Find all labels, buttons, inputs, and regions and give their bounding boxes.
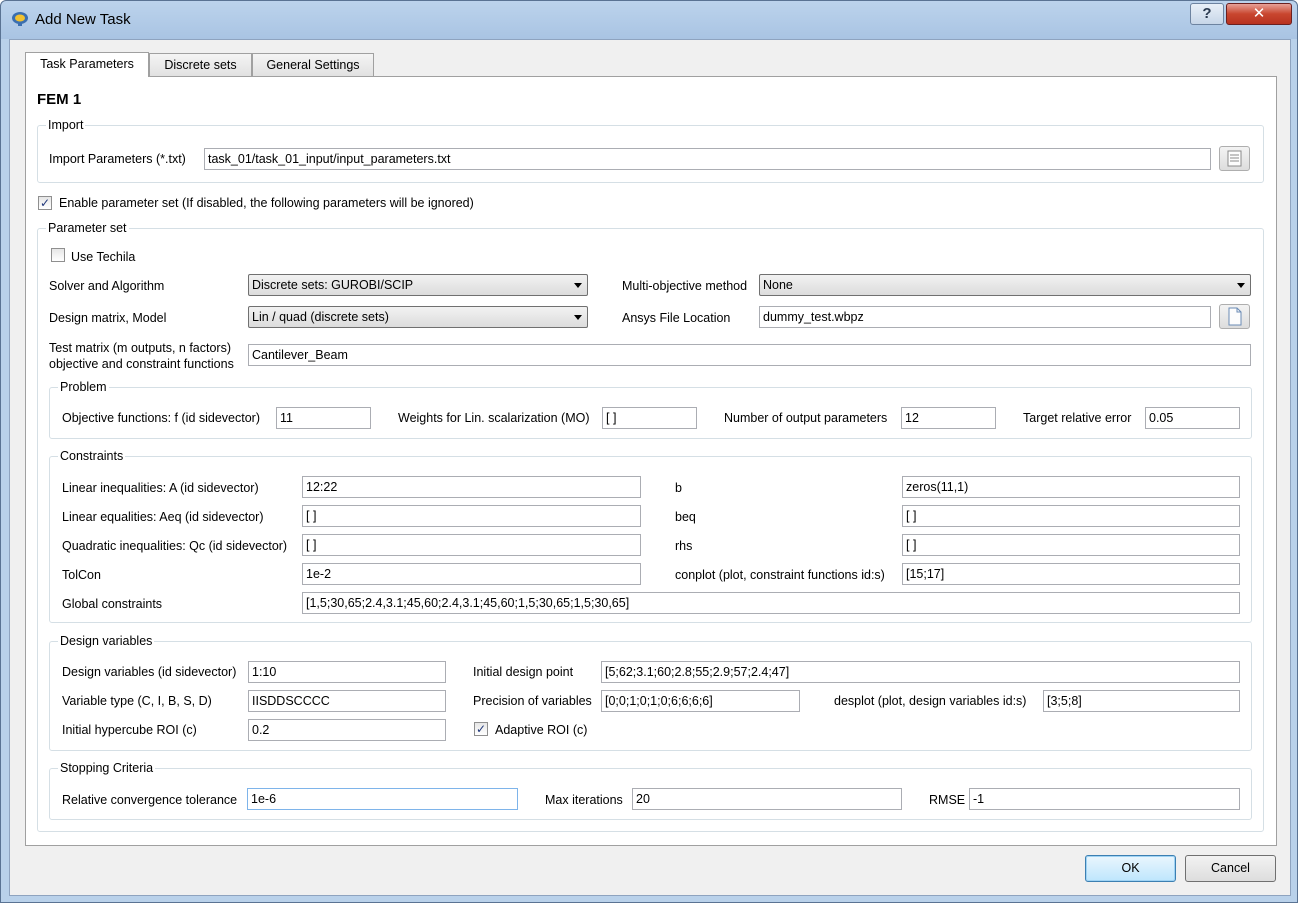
solver-select-value: Discrete sets: GUROBI/SCIP <box>252 278 414 292</box>
variable-type-input[interactable]: IISDDSCCCC <box>248 690 446 712</box>
objective-functions-label: Objective functions: f (id sidevector) <box>62 411 260 425</box>
task-parameters-pane: FEM 1 Import Import Parameters (*.txt) t… <box>25 76 1277 846</box>
max-iterations-input[interactable]: 20 <box>632 788 902 810</box>
problem-group: Problem Objective functions: f (id sidev… <box>49 379 1252 439</box>
desplot-input[interactable]: [3;5;8] <box>1043 690 1240 712</box>
hypercube-roi-label: Initial hypercube ROI (c) <box>62 723 197 737</box>
enable-parameter-set-checkbox[interactable]: ✓ <box>38 196 52 210</box>
close-button[interactable]: ✕ <box>1226 3 1292 25</box>
import-browse-button[interactable] <box>1219 146 1250 171</box>
num-outputs-input[interactable]: 12 <box>901 407 996 429</box>
b-input[interactable]: zeros(11,1) <box>902 476 1240 498</box>
design-matrix-label: Design matrix, Model <box>49 311 167 325</box>
design-vars-input[interactable]: 1:10 <box>248 661 446 683</box>
import-params-input[interactable]: task_01/task_01_input/input_parameters.t… <box>204 148 1211 170</box>
mo-method-select-value: None <box>763 278 793 292</box>
lin-ineq-label: Linear inequalities: A (id sidevector) <box>62 481 259 495</box>
ansys-file-input[interactable]: dummy_test.wbpz <box>759 306 1211 328</box>
conplot-input[interactable]: [15;17] <box>902 563 1240 585</box>
ansys-browse-button[interactable] <box>1219 304 1250 329</box>
rel-tol-label: Relative convergence tolerance <box>62 793 238 807</box>
solver-label: Solver and Algorithm <box>49 279 165 293</box>
rhs-label: rhs <box>675 539 693 553</box>
cancel-button[interactable]: Cancel <box>1185 855 1276 882</box>
design-variables-group-title: Design variables <box>58 633 155 649</box>
parameter-set-group: Parameter set Use Techila Solver and Alg… <box>37 220 1264 832</box>
stopping-criteria-group: Stopping Criteria Relative convergence t… <box>49 760 1252 820</box>
app-logo-icon <box>12 12 28 26</box>
rmse-input[interactable]: -1 <box>969 788 1240 810</box>
precision-input[interactable]: [0;0;1;0;1;0;6;6;6;6] <box>601 690 800 712</box>
constraints-group-title: Constraints <box>58 448 126 464</box>
test-matrix-input[interactable]: Cantilever_Beam <box>248 344 1251 366</box>
stopping-criteria-group-title: Stopping Criteria <box>58 760 156 776</box>
desplot-label: desplot (plot, design variables id:s) <box>834 694 1027 708</box>
hypercube-roi-input[interactable]: 0.2 <box>248 719 446 741</box>
rel-tol-input[interactable]: 1e-6 <box>247 788 518 810</box>
problem-group-title: Problem <box>58 379 109 395</box>
test-matrix-label-2: objective and constraint functions <box>49 357 234 371</box>
tab-discrete-sets[interactable]: Discrete sets <box>149 53 252 76</box>
mo-method-select[interactable]: None <box>759 274 1251 296</box>
global-constraints-input[interactable]: [1,5;30,65;2.4,3.1;45,60;2.4,3.1;45,60;1… <box>302 592 1240 614</box>
weights-label: Weights for Lin. scalarization (MO) <box>398 411 590 425</box>
adaptive-roi-checkbox[interactable]: ✓ <box>474 722 488 736</box>
conplot-label: conplot (plot, constraint functions id:s… <box>675 568 885 582</box>
quad-ineq-label: Quadratic inequalities: Qc (id sidevecto… <box>62 539 288 553</box>
beq-label: beq <box>675 510 696 524</box>
design-variables-group: Design variables Design variables (id si… <box>49 633 1252 751</box>
rhs-input[interactable]: [ ] <box>902 534 1240 556</box>
lin-eq-label: Linear equalities: Aeq (id sidevector) <box>62 510 264 524</box>
task-title: FEM 1 <box>37 91 82 108</box>
chevron-down-icon <box>574 283 582 288</box>
variable-type-label: Variable type (C, I, B, S, D) <box>62 694 212 708</box>
lin-eq-input[interactable]: [ ] <box>302 505 641 527</box>
global-constraints-label: Global constraints <box>62 597 163 611</box>
design-matrix-select-value: Lin / quad (discrete sets) <box>252 310 389 324</box>
document-icon <box>1228 307 1242 326</box>
target-error-label: Target relative error <box>1023 411 1132 425</box>
use-techila-checkbox[interactable] <box>51 248 65 262</box>
tolcon-input[interactable]: 1e-2 <box>302 563 641 585</box>
solver-select[interactable]: Discrete sets: GUROBI/SCIP <box>248 274 588 296</box>
import-group-title: Import <box>46 117 86 133</box>
chevron-down-icon <box>1237 283 1245 288</box>
num-outputs-label: Number of output parameters <box>724 411 888 425</box>
tolcon-label: TolCon <box>62 568 101 582</box>
target-error-input[interactable]: 0.05 <box>1145 407 1240 429</box>
b-label: b <box>675 481 682 495</box>
precision-label: Precision of variables <box>473 694 592 708</box>
design-vars-label: Design variables (id sidevector) <box>62 665 237 679</box>
initial-design-point-input[interactable]: [5;62;3.1;60;2.8;55;2.9;57;2.4;47] <box>601 661 1240 683</box>
adaptive-roi-label: Adaptive ROI (c) <box>495 723 588 737</box>
use-techila-label: Use Techila <box>71 250 136 264</box>
import-params-label: Import Parameters (*.txt) <box>49 152 186 166</box>
parameter-set-group-title: Parameter set <box>46 220 129 236</box>
weights-input[interactable]: [ ] <box>602 407 697 429</box>
ok-button[interactable]: OK <box>1085 855 1176 882</box>
import-group: Import Import Parameters (*.txt) task_01… <box>37 117 1264 183</box>
max-iterations-label: Max iterations <box>545 793 623 807</box>
chevron-down-icon <box>574 315 582 320</box>
quad-ineq-input[interactable]: [ ] <box>302 534 641 556</box>
objective-functions-input[interactable]: 11 <box>276 407 371 429</box>
mo-method-label: Multi-objective method <box>622 279 748 293</box>
list-document-icon <box>1227 150 1242 167</box>
initial-design-point-label: Initial design point <box>473 665 574 679</box>
window-title: Add New Task <box>35 11 131 28</box>
help-button[interactable]: ? <box>1190 3 1224 25</box>
lin-ineq-input[interactable]: 12:22 <box>302 476 641 498</box>
dialog-body: Task Parameters Discrete sets General Se… <box>9 39 1291 896</box>
tab-general-settings[interactable]: General Settings <box>252 53 374 76</box>
rmse-label: RMSE <box>929 793 966 807</box>
add-new-task-window: Add New Task ? ✕ Task Parameters Discret… <box>0 0 1298 903</box>
constraints-group: Constraints Linear inequalities: A (id s… <box>49 448 1252 623</box>
design-matrix-select[interactable]: Lin / quad (discrete sets) <box>248 306 588 328</box>
beq-input[interactable]: [ ] <box>902 505 1240 527</box>
tab-task-parameters[interactable]: Task Parameters <box>25 52 149 77</box>
test-matrix-label-1: Test matrix (m outputs, n factors) <box>49 341 231 355</box>
enable-parameter-set-label: Enable parameter set (If disabled, the f… <box>59 196 474 210</box>
title-bar[interactable]: Add New Task ? ✕ <box>1 1 1297 37</box>
ansys-file-label: Ansys File Location <box>622 311 731 325</box>
